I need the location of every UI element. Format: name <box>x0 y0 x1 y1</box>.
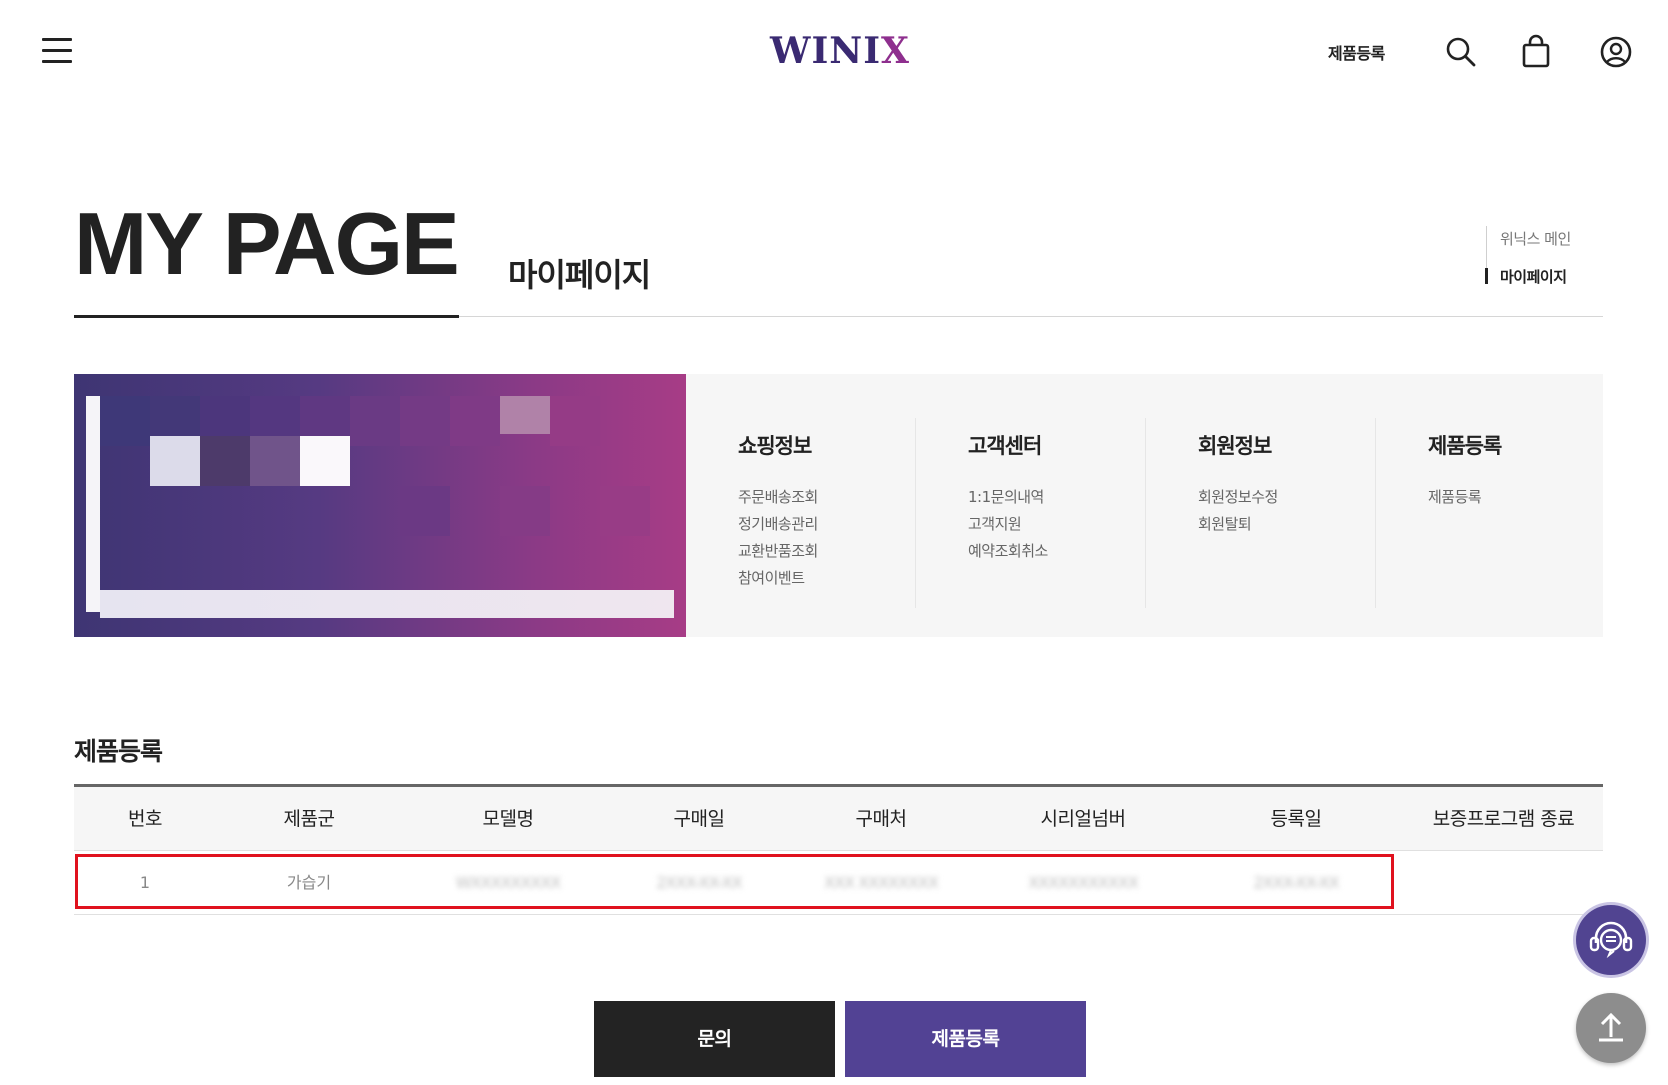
breadcrumb-current[interactable]: 마이페이지 <box>1500 266 1567 287</box>
shopping-bag-icon[interactable] <box>1518 34 1554 70</box>
menu-item-reservations[interactable]: 예약조회취소 <box>968 538 1048 565</box>
col-header-purchase-date: 구매일 <box>673 808 725 830</box>
menu-heading-customer-center: 고객센터 <box>968 434 1042 458</box>
menu-item-withdraw[interactable]: 회원탈퇴 <box>1198 511 1278 538</box>
col-header-model: 모델명 <box>482 808 534 830</box>
menu-item-order-tracking[interactable]: 주문배송조회 <box>738 484 818 511</box>
title-underline <box>74 315 459 318</box>
page-subtitle: 마이페이지 <box>508 256 651 294</box>
menu-item-events[interactable]: 참여이벤트 <box>738 565 818 592</box>
row-highlight-box <box>75 854 1394 909</box>
menu-item-support[interactable]: 고객지원 <box>968 511 1048 538</box>
winix-logo[interactable]: WINIX <box>770 28 910 74</box>
logo-x: X <box>881 30 910 72</box>
col-header-serial: 시리얼넘버 <box>1040 808 1126 830</box>
arrow-up-icon <box>1599 1012 1623 1042</box>
inquiry-button[interactable]: 문의 <box>594 1001 835 1077</box>
col-header-store: 구매처 <box>855 808 907 830</box>
scroll-top-button[interactable] <box>1576 993 1646 1063</box>
chatbot-button[interactable] <box>1576 905 1646 975</box>
search-icon[interactable] <box>1443 34 1479 70</box>
section-title: 제품등록 <box>74 737 163 766</box>
col-header-reg-date: 등록일 <box>1270 808 1322 830</box>
col-header-number: 번호 <box>128 808 162 830</box>
menu-heading-member-info: 회원정보 <box>1198 434 1272 458</box>
header-register-link[interactable]: 제품등록 <box>1328 40 1385 64</box>
page-title: MY PAGE <box>74 194 460 293</box>
menu-item-inquiries[interactable]: 1:1문의내역 <box>968 484 1048 511</box>
menu-heading-shopping: 쇼핑정보 <box>738 434 812 458</box>
menu-heading-product-registration: 제품등록 <box>1428 434 1502 458</box>
register-product-button[interactable]: 제품등록 <box>845 1001 1086 1077</box>
logo-text: WINI <box>770 30 882 72</box>
menu-column-product-registration: 제품등록 제품등록 <box>1376 418 1606 608</box>
hamburger-menu-icon[interactable] <box>42 38 74 66</box>
user-account-icon[interactable] <box>1598 34 1634 70</box>
menu-item-subscription[interactable]: 정기배송관리 <box>738 511 818 538</box>
col-header-category: 제품군 <box>283 808 335 830</box>
chatbot-headset-icon <box>1589 921 1633 959</box>
cell-warranty-end <box>1404 851 1603 915</box>
member-profile-card-redacted <box>74 374 686 637</box>
mypage-panel: 쇼핑정보 주문배송조회 정기배송관리 교환반품조회 참여이벤트 고객센터 1:1… <box>74 374 1603 637</box>
breadcrumb-active-marker <box>1485 268 1488 284</box>
breadcrumb-home[interactable]: 위닉스 메인 <box>1500 228 1571 249</box>
col-header-warranty-end: 보증프로그램 종료 <box>1432 808 1575 830</box>
site-header: WINIX 제품등록 <box>0 0 1668 110</box>
menu-item-edit-profile[interactable]: 회원정보수정 <box>1198 484 1278 511</box>
menu-item-returns[interactable]: 교환반품조회 <box>738 538 818 565</box>
menu-column-shopping: 쇼핑정보 주문배송조회 정기배송관리 교환반품조회 참여이벤트 <box>686 418 916 608</box>
title-divider <box>459 316 1603 317</box>
table-header: 번호 제품군 모델명 구매일 구매처 시리얼넘버 등록일 보증프로그램 종료 <box>74 784 1603 851</box>
menu-column-customer-center: 고객센터 1:1문의내역 고객지원 예약조회취소 <box>916 418 1146 608</box>
menu-column-member-info: 회원정보 회원정보수정 회원탈퇴 <box>1146 418 1376 608</box>
menu-item-product-registration[interactable]: 제품등록 <box>1428 484 1482 511</box>
